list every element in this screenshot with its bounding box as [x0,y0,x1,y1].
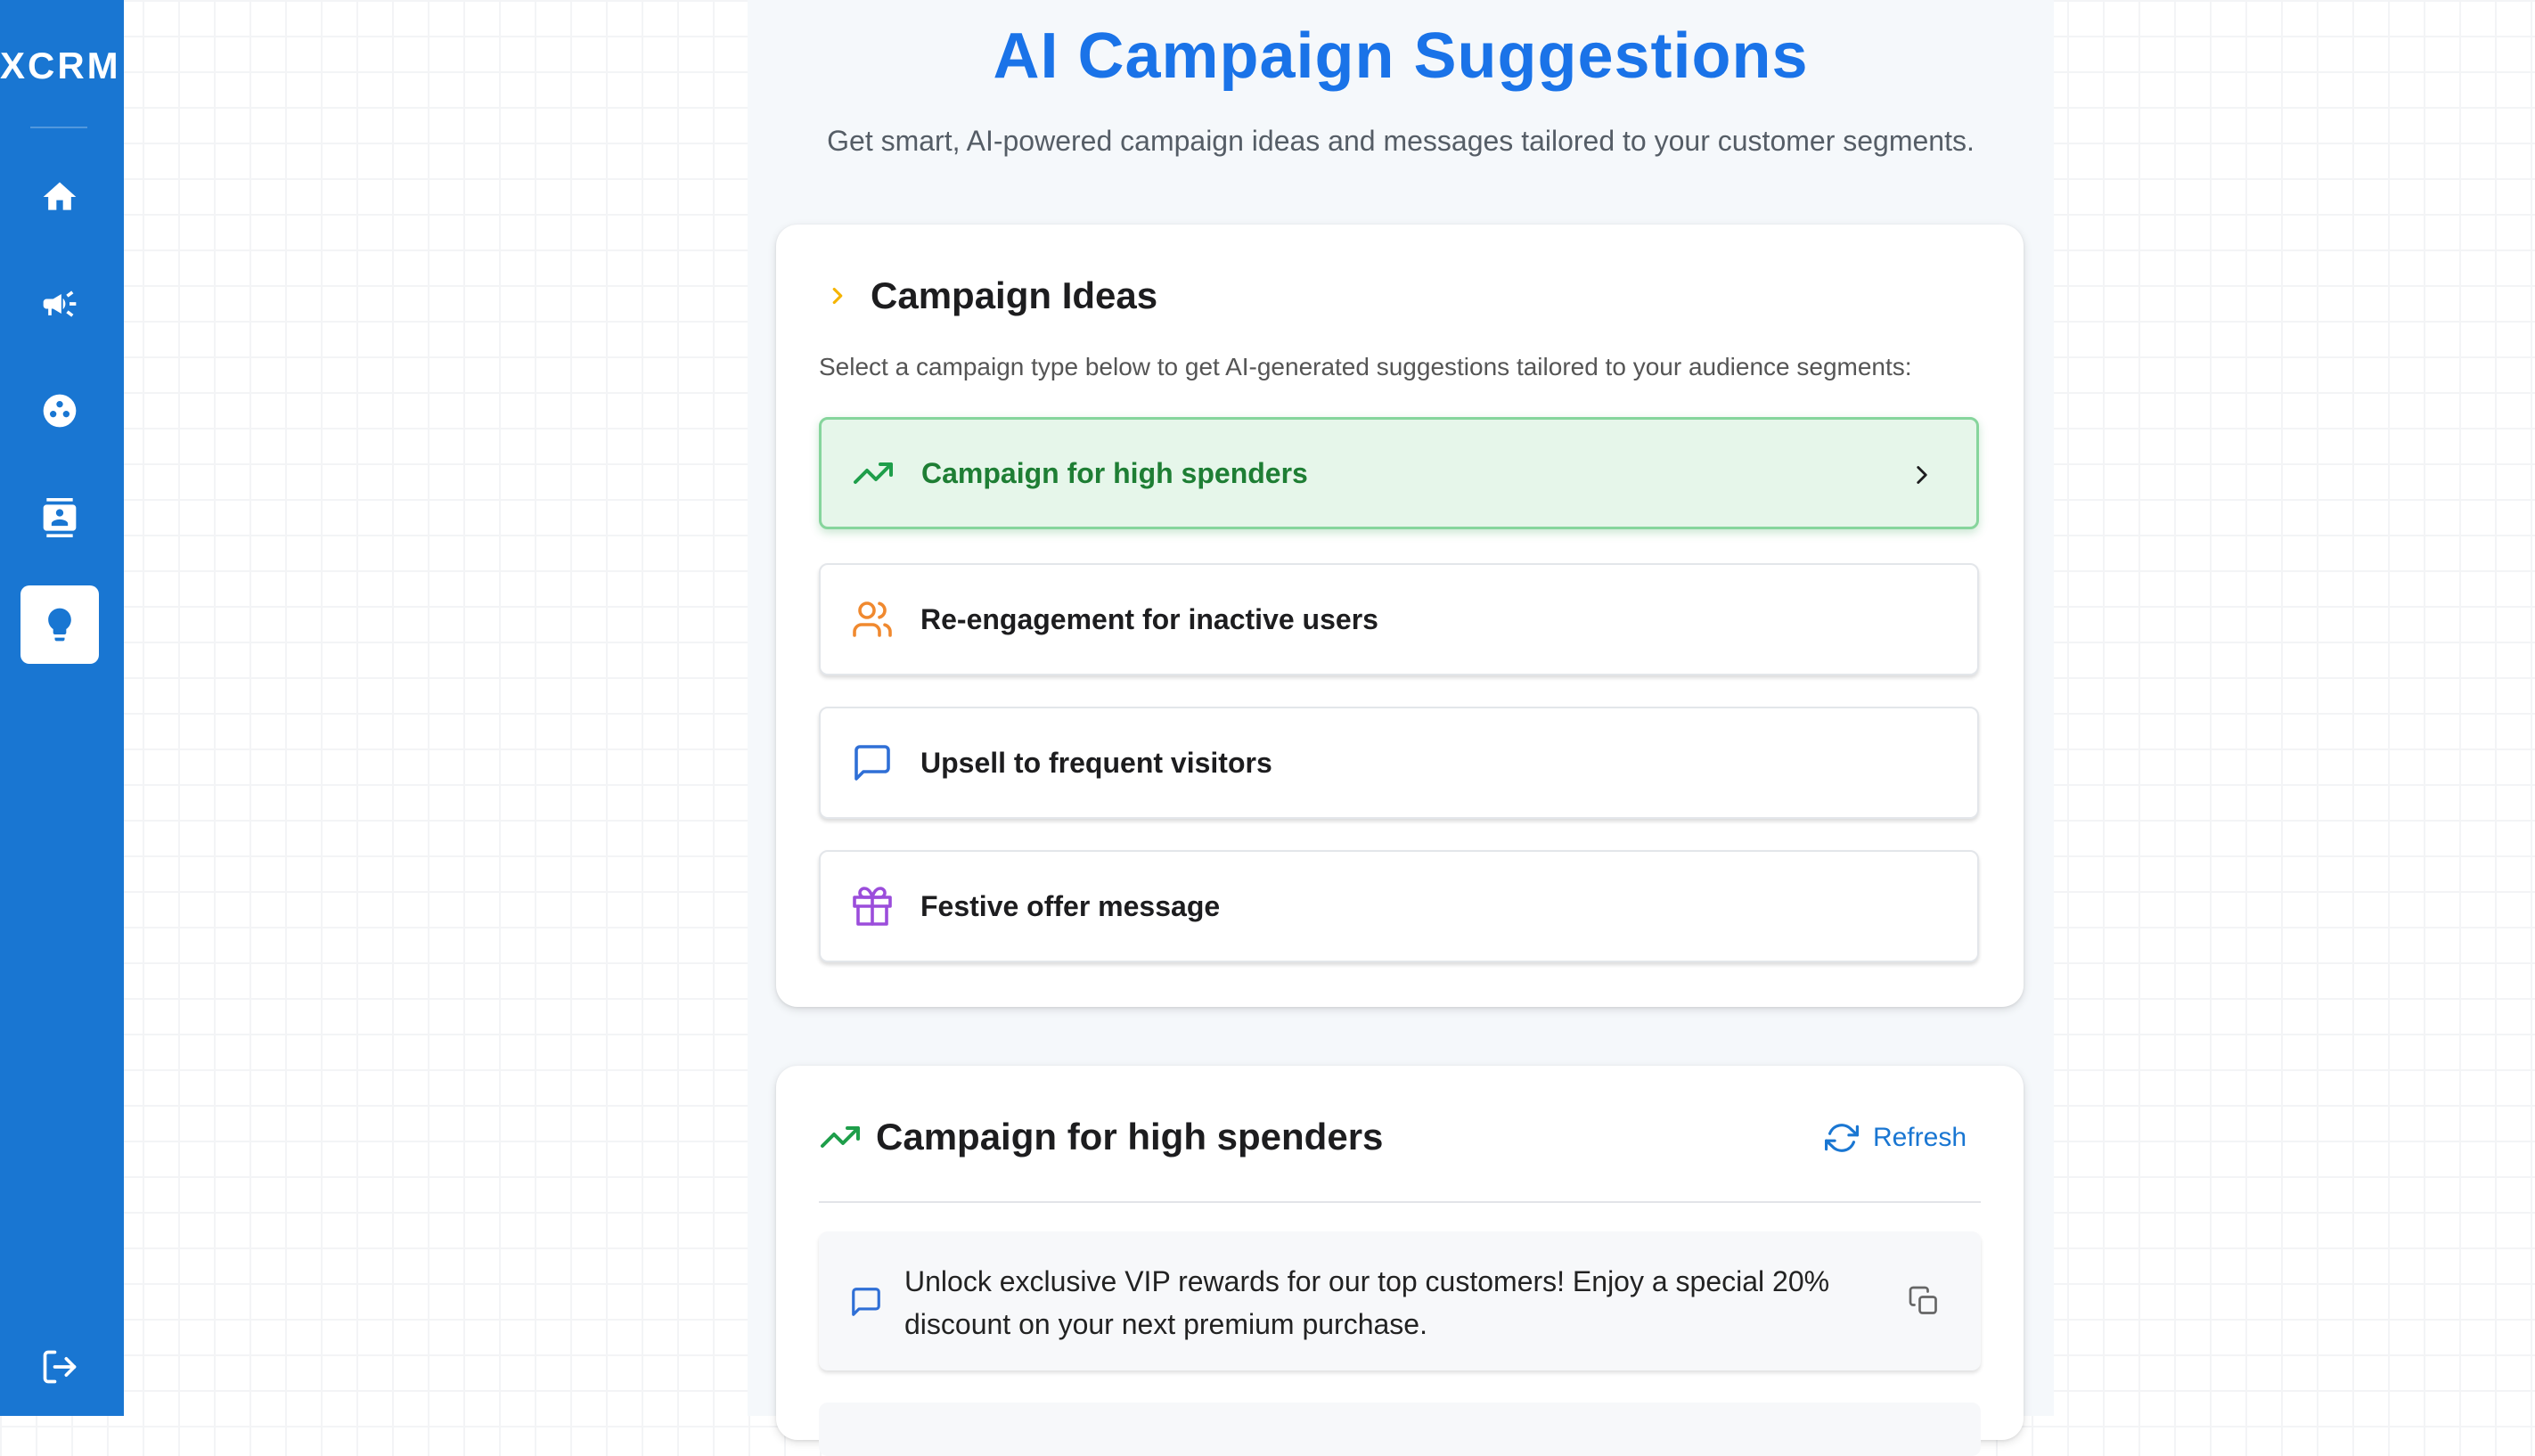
page-title: AI Campaign Suggestions [993,20,1809,92]
chevron-right-icon [1917,466,1927,484]
trending-up-icon [821,1126,860,1148]
logout-icon [43,1350,77,1384]
logout-button[interactable] [20,1328,99,1406]
copy-icon[interactable] [1908,1285,1940,1317]
suggestions-divider [819,1201,1981,1203]
sidebar: XCRM [0,0,124,1416]
refresh-button[interactable]: Refresh [1824,1121,1967,1155]
suggestions-card: Campaign for high spenders Refresh Unloc… [776,1066,2024,1456]
segments-icon [43,394,77,428]
contacts-icon [43,498,77,537]
brand-logo: XCRM [0,45,121,86]
campaign-ideas-title: Campaign Ideas [871,274,1158,316]
campaign-option-re-engagement[interactable]: Re-engagement for inactive users [819,563,1979,675]
message-icon [852,1288,880,1316]
gift-icon [853,887,892,926]
campaign-option-label: Festive offer message [920,889,1221,922]
campaign-ideas-description: Select a campaign type below to get AI-g… [819,353,1912,380]
campaign-ideas-header: Campaign Ideas [824,274,1157,317]
lightbulb-icon [48,608,71,642]
campaign-option-high-spenders[interactable]: Campaign for high spenders [819,417,1979,529]
campaign-option-label: Upsell to frequent visitors [920,746,1272,779]
users-icon [853,601,892,637]
refresh-icon [1824,1124,1859,1152]
sidebar-item-campaigns[interactable] [20,265,99,343]
home-icon [43,182,77,210]
chevron-right-icon [832,287,843,305]
sidebar-item-segments[interactable] [20,372,99,450]
campaign-ideas-card: Campaign Ideas Select a campaign type be… [776,225,2024,1007]
campaign-option-label: Campaign for high spenders [921,456,1308,489]
page-subtitle: Get smart, AI-powered campaign ideas and… [827,125,1975,157]
refresh-label: Refresh [1872,1123,1967,1152]
megaphone-icon [43,290,77,317]
suggestion-message: Unlock exclusive VIP rewards for our top… [819,1231,1981,1370]
suggestion-message [819,1403,1981,1456]
campaign-option-upsell[interactable]: Upsell to frequent visitors [819,707,1979,819]
campaign-option-label: Re-engagement for inactive users [920,602,1378,635]
suggestion-message-text: Unlock exclusive VIP rewards for our top… [904,1265,1830,1340]
suggestions-title: Campaign for high spenders [876,1116,1384,1157]
trending-up-icon [854,462,893,484]
sidebar-divider [30,127,87,128]
sidebar-item-ai-suggestions[interactable] [20,585,99,664]
sidebar-item-home[interactable] [20,158,99,236]
sidebar-item-contacts[interactable] [20,479,99,557]
main-content: AI Campaign Suggestions Get smart, AI-po… [748,0,2054,1456]
message-icon [855,745,890,781]
suggestions-header: Campaign for high spenders [819,1116,1383,1158]
campaign-option-festive[interactable]: Festive offer message [819,850,1979,962]
